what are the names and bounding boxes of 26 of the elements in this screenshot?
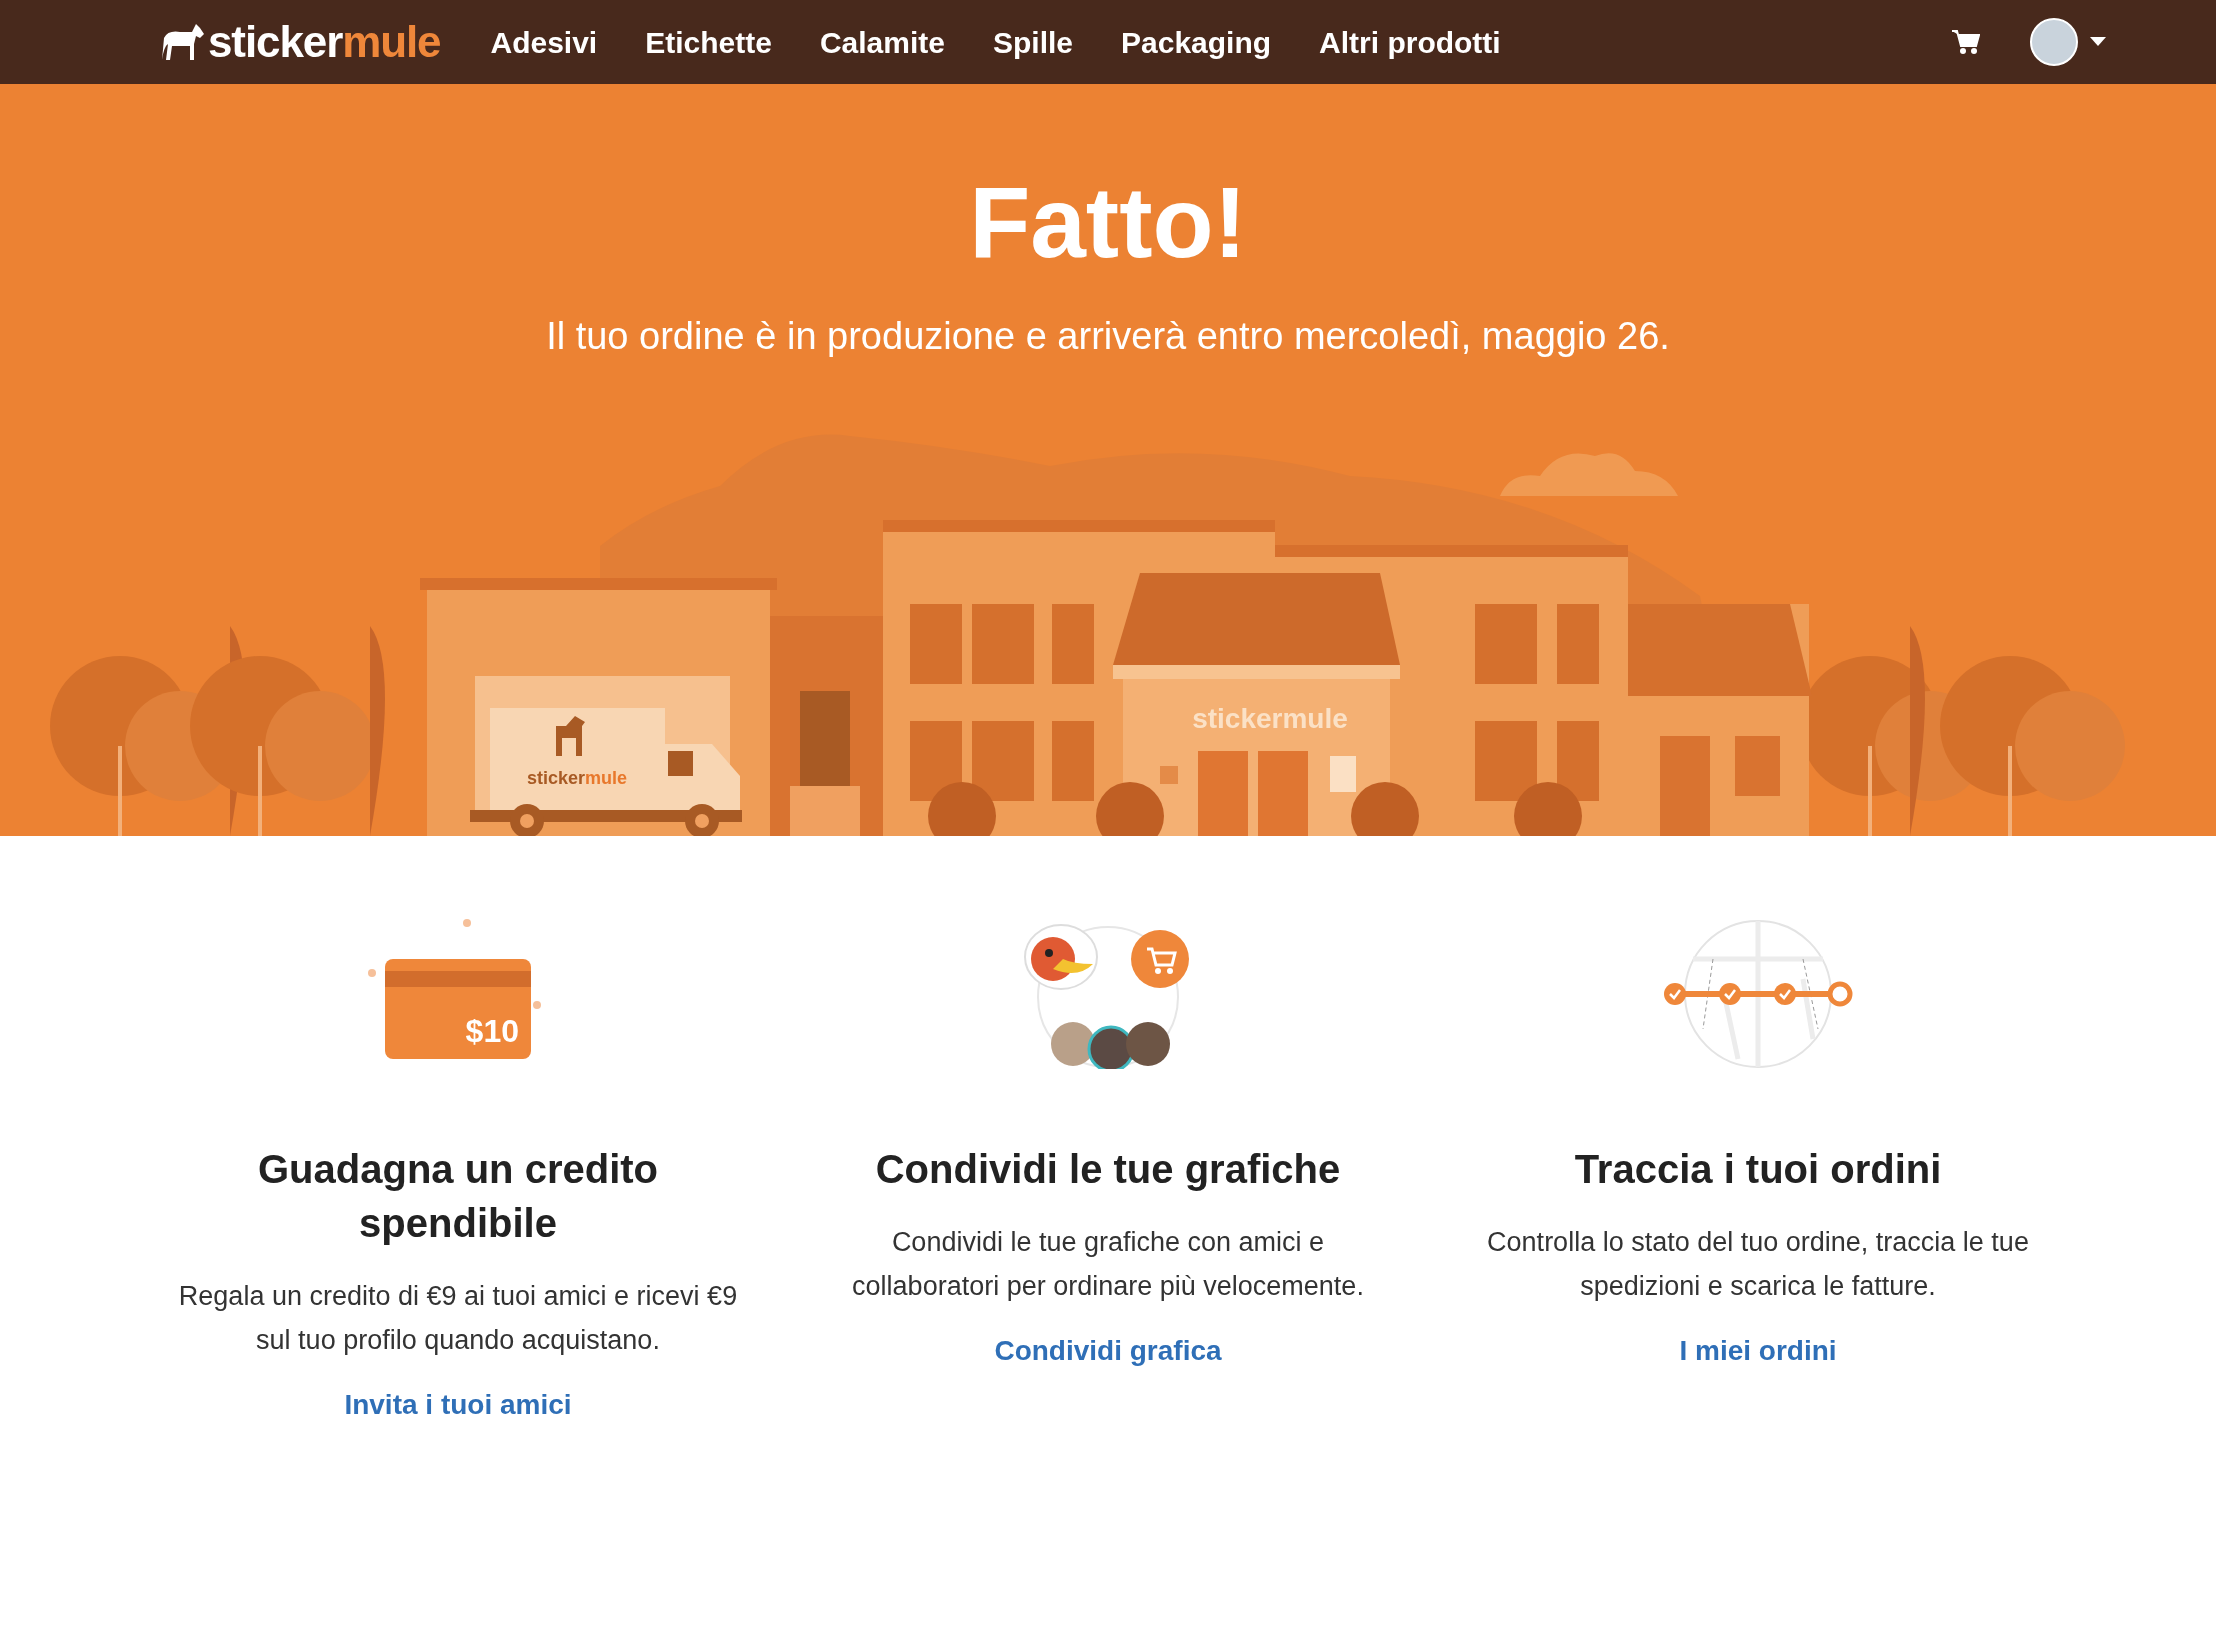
nav-link[interactable]: Spille xyxy=(992,19,1073,65)
hero-title: Fatto! xyxy=(969,172,1247,272)
truck-logo: stickermule xyxy=(526,768,628,788)
store-sign: stickermule xyxy=(1192,703,1348,734)
nav-link[interactable]: Packaging xyxy=(1121,19,1272,65)
user-avatar[interactable] xyxy=(2030,18,2078,66)
nav-link[interactable]: Adesivi xyxy=(490,19,598,65)
hero-subtitle: Il tuo ordine è in produzione e arriverà entro mercoledì, maggio 26. xyxy=(546,314,1670,359)
card-amount: $10 xyxy=(465,1015,519,1047)
caret-icon[interactable] xyxy=(2090,37,2106,47)
route-map-icon xyxy=(1663,919,1853,1069)
nav-link[interactable]: Altri prodotti xyxy=(1319,19,1501,65)
feature-description: Condividi le tue grafiche con amici e collaboratori per ordinare più velocemente. xyxy=(851,1226,1365,1303)
feature-heading: Traccia i tuoi ordini xyxy=(1574,1146,1942,1193)
feature-link[interactable]: Condividi grafica xyxy=(994,1330,1222,1372)
feature-heading: Guadagna un credito spendibile xyxy=(256,1146,659,1247)
feature-link[interactable]: Invita i tuoi amici xyxy=(344,1384,572,1426)
cart-icon[interactable] xyxy=(1952,29,1980,55)
feature-description: Regala un credito di €9 ai tuoi amici e ricevi €9 sul tuo profilo quando acquistano. xyxy=(177,1280,739,1357)
feature-heading: Condividi le tue grafiche xyxy=(875,1146,1341,1193)
nav-link[interactable]: Etichette xyxy=(645,19,772,65)
nav-link[interactable]: Calamite xyxy=(819,19,945,65)
feature-description: Controlla lo stato del tuo ordine, traccia le tue spedizioni e scarica le fatture. xyxy=(1486,1226,2030,1303)
feature-link[interactable]: I miei ordini xyxy=(1679,1330,1837,1372)
logo-link[interactable]: stickermule xyxy=(160,9,441,75)
mule-logo-icon xyxy=(160,24,204,60)
